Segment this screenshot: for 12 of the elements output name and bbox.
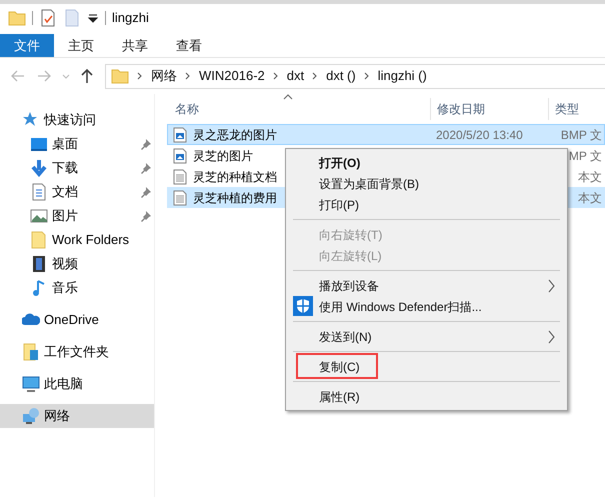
window-title: lingzhi bbox=[112, 9, 149, 28]
menu-item: 向左旋转(L) bbox=[286, 245, 567, 266]
file-type: 本文 bbox=[578, 190, 602, 206]
file-date: 2020/5/20 13:40 bbox=[436, 128, 523, 142]
menu-item: 向右旋转(T) bbox=[286, 224, 567, 245]
file-name: 灵芝的种植文档 bbox=[193, 168, 277, 186]
file-name: 灵芝种植的费用 bbox=[193, 190, 277, 206]
file-name: 灵之恶龙的图片 bbox=[193, 126, 277, 144]
file-name: 灵芝的图片 bbox=[193, 148, 253, 164]
file-type: 本文 bbox=[578, 168, 602, 186]
file-type: MP 文 bbox=[568, 148, 602, 164]
file-type: BMP 文 bbox=[560, 126, 602, 144]
